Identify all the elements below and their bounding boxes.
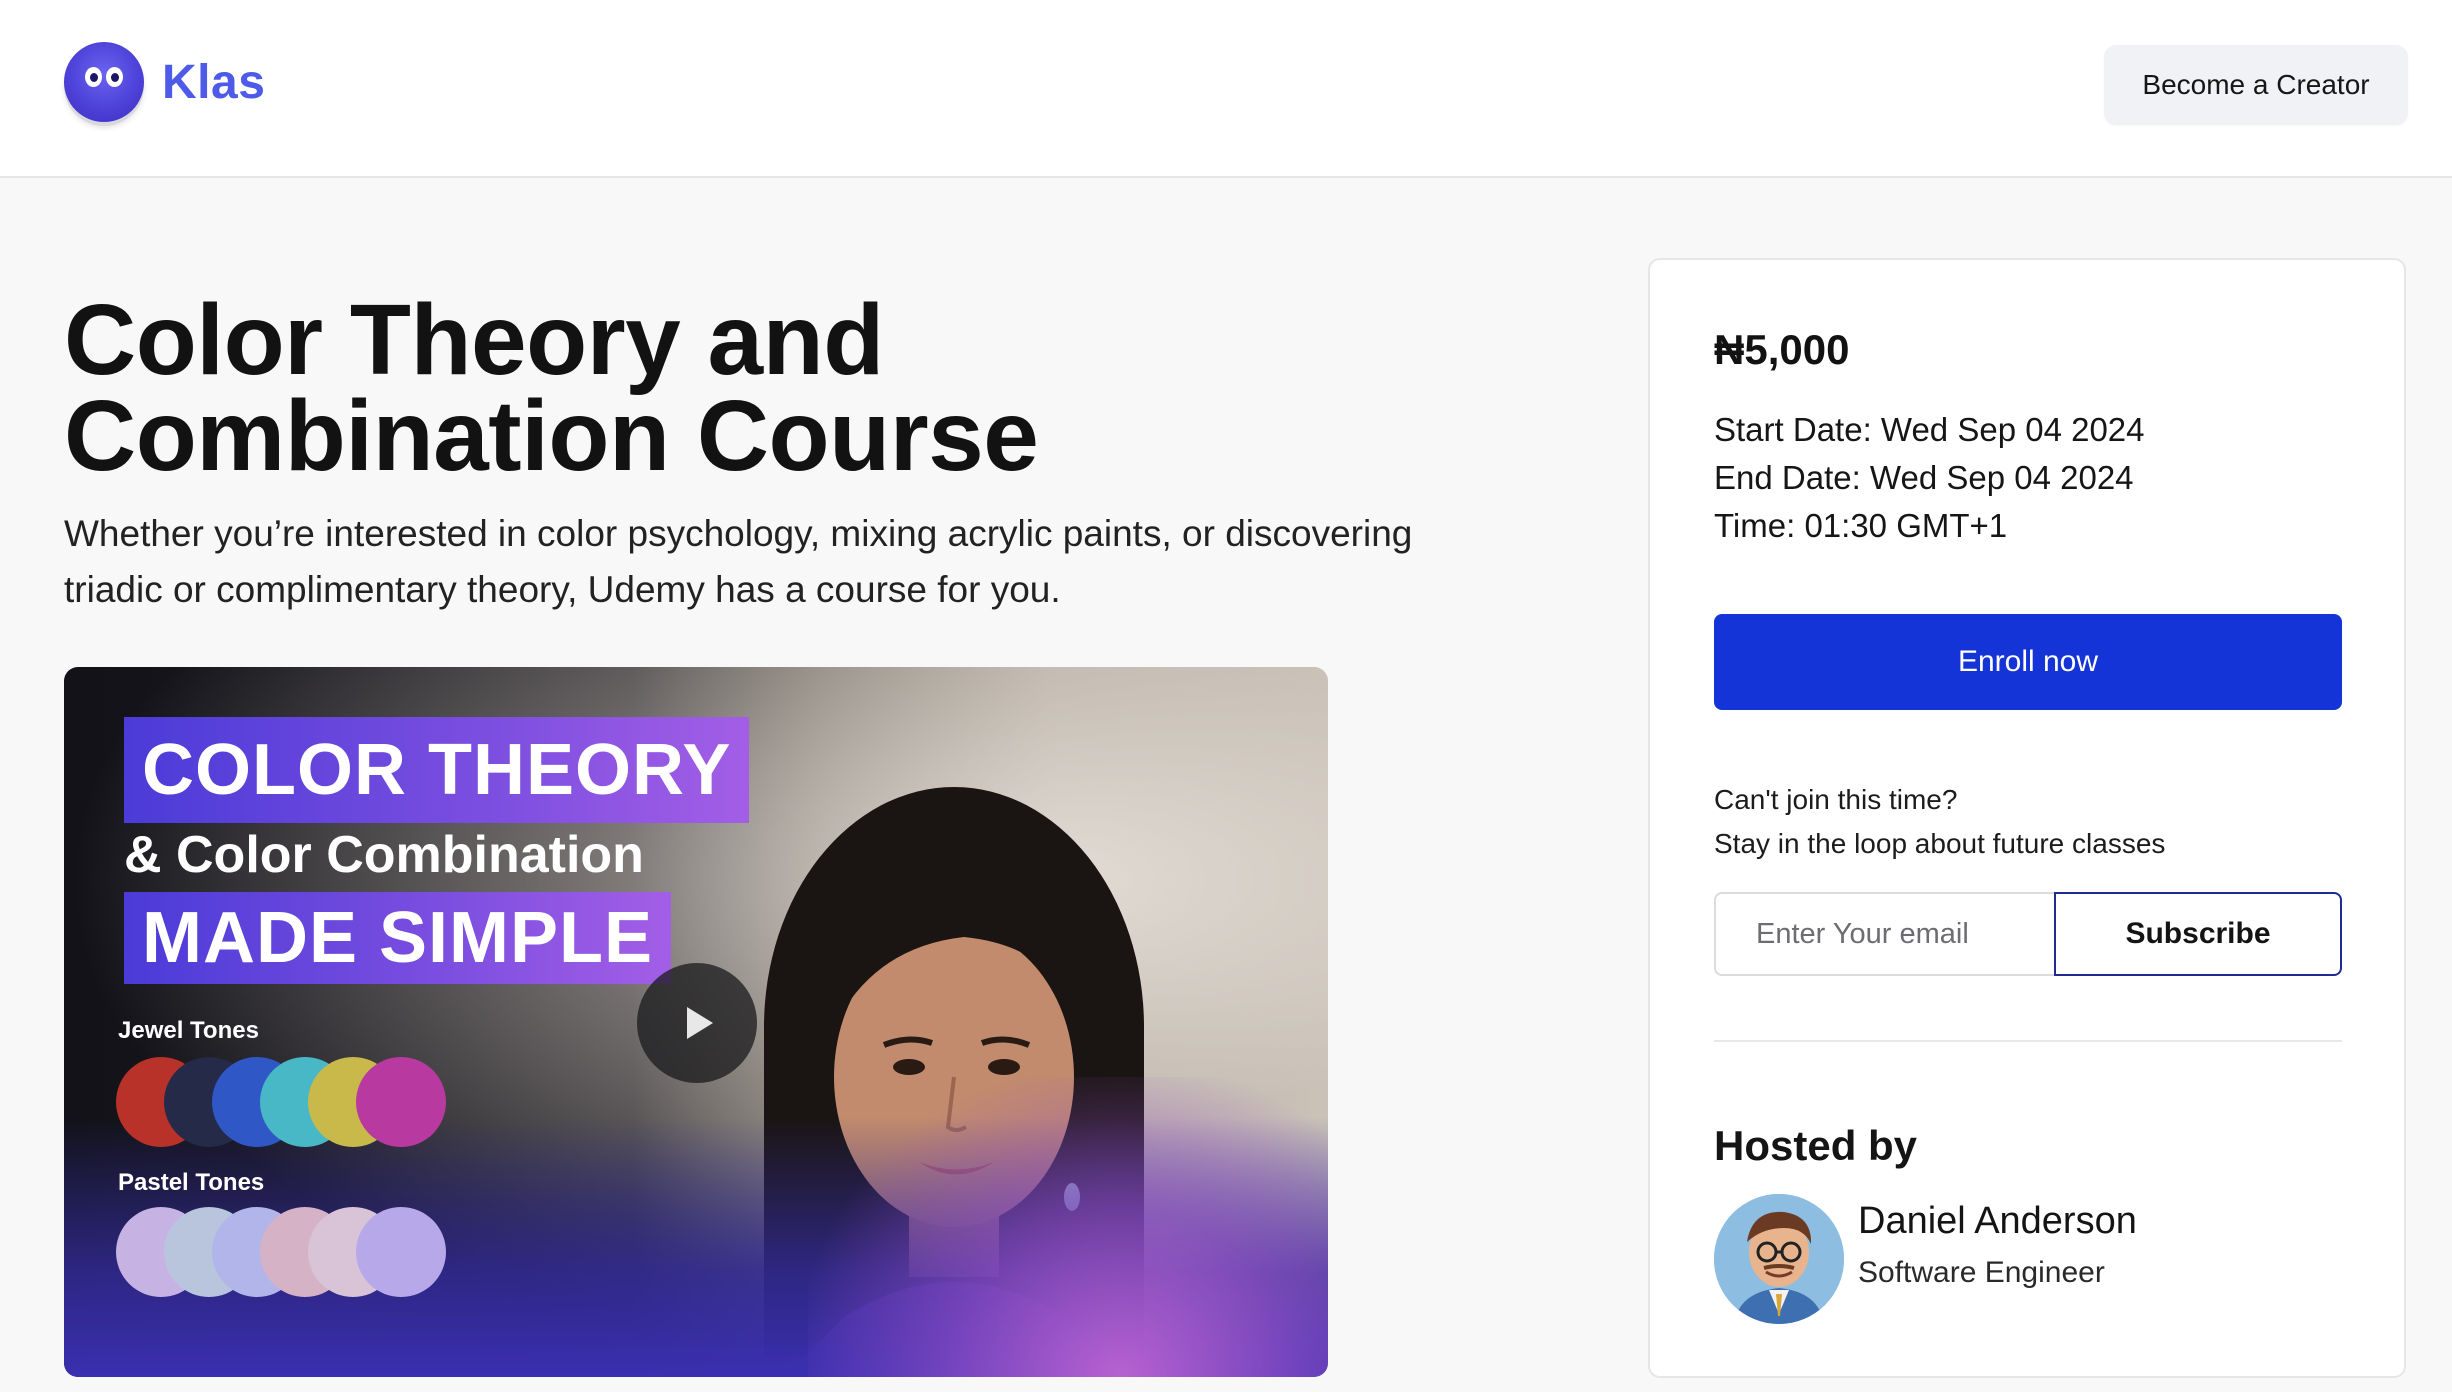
cant-join-text: Can't join this time? [1714,784,1958,815]
brand-logo[interactable]: Klas [64,42,265,122]
jewel-tones-label: Jewel Tones [118,1017,259,1044]
enrollment-card: ₦5,000 Start Date: Wed Sep 04 2024 End D… [1648,258,2406,1378]
play-button[interactable] [637,963,757,1083]
course-title: Color Theory and Combination Course [64,290,1464,486]
jewel-swatch-6 [356,1057,446,1147]
thumbnail-subline: & Color Combination [124,826,644,884]
thumbnail-tagline: MADE SIMPLE [124,892,672,984]
session-time: Time: 01:30 GMT+1 [1714,507,2008,544]
pastel-tones-label: Pastel Tones [118,1169,265,1196]
course-price: ₦5,000 [1714,326,1850,373]
stay-in-loop-text: Stay in the loop about future classes [1714,828,2166,859]
course-schedule: Start Date: Wed Sep 04 2024 End Date: We… [1714,406,2145,550]
brand-name: Klas [162,55,266,109]
become-creator-button[interactable]: Become a Creator [2104,45,2408,125]
pastel-swatches [116,1207,446,1297]
newsletter-prompt: Can't join this time? Stay in the loop a… [1714,778,2165,866]
email-input[interactable] [1714,892,2054,976]
top-header: Klas Become a Creator [0,0,2452,178]
start-date: Start Date: Wed Sep 04 2024 [1714,411,2145,448]
subscribe-button[interactable]: Subscribe [2054,892,2342,976]
host-role: Software Engineer [1858,1256,2105,1289]
host-name: Daniel Anderson [1858,1200,2137,1242]
thumbnail-headline: COLOR THEORY [124,717,750,823]
end-date: End Date: Wed Sep 04 2024 [1714,459,2134,496]
course-title-line2: Combination Course [64,380,1039,492]
play-icon [687,1007,713,1039]
host-avatar [1714,1194,1844,1324]
hosted-by-heading: Hosted by [1714,1122,1918,1169]
course-description: Whether you’re interested in color psych… [64,513,1413,610]
logo-icon [64,42,144,122]
enroll-now-button[interactable]: Enroll now [1714,614,2342,710]
divider [1714,1040,2342,1042]
jewel-swatches [116,1057,446,1147]
pastel-swatch-6 [356,1207,446,1297]
course-video-thumbnail[interactable]: COLOR THEORY & Color Combination MADE SI… [64,667,1328,1377]
